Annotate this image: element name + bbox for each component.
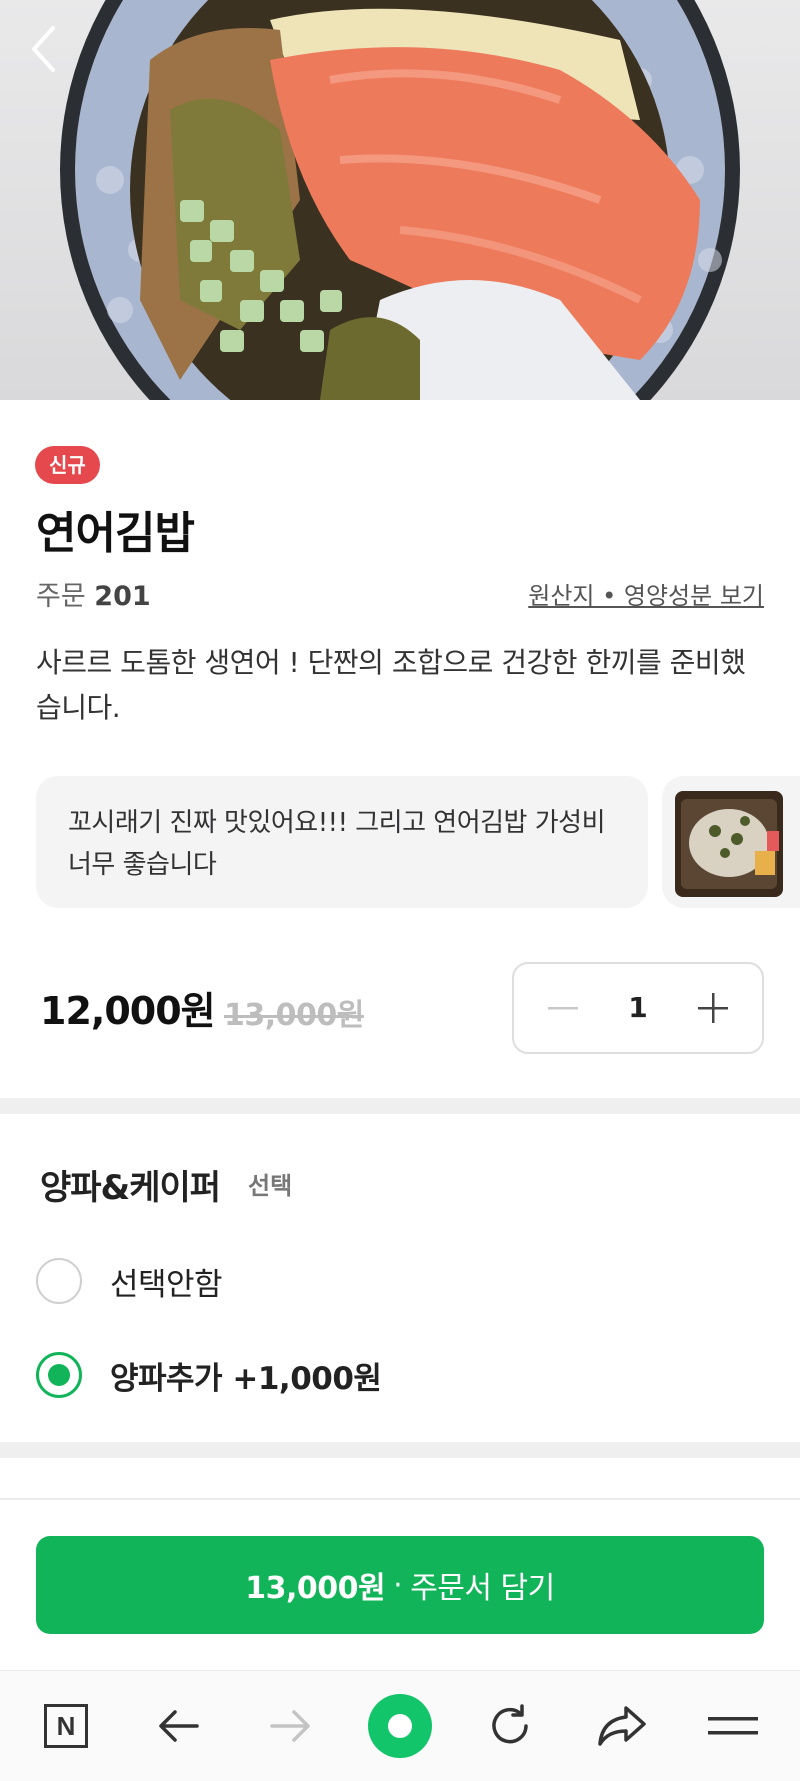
price: 12,000원 xyxy=(40,989,216,1033)
review-photo-card[interactable] xyxy=(662,776,800,908)
option-label: 양파추가 +1,000원 xyxy=(110,1360,382,1397)
green-dot-icon xyxy=(368,1694,432,1758)
option-none[interactable]: 선택안함 xyxy=(36,1256,223,1306)
naver-home-button[interactable]: N xyxy=(21,1671,111,1781)
option-group-tag: 선택 xyxy=(248,1172,293,1200)
browser-toolbar: N xyxy=(0,1670,800,1781)
option-group-title: 양파&케이퍼 xyxy=(40,1168,221,1208)
section-divider xyxy=(0,1442,800,1458)
browser-back-button[interactable] xyxy=(134,1671,224,1781)
option-add-onion[interactable]: 양파추가 +1,000원 xyxy=(36,1350,382,1400)
option-label: 선택안함 xyxy=(110,1266,223,1303)
browser-forward-button[interactable] xyxy=(245,1671,335,1781)
review-photo xyxy=(675,791,783,897)
order-label: 주문 xyxy=(36,581,86,612)
cta-label: 주문서 담기 xyxy=(410,1571,555,1606)
section-divider xyxy=(0,1098,800,1114)
refresh-icon xyxy=(492,1704,528,1744)
quantity-stepper: 1 xyxy=(512,962,764,1054)
naver-home-icon: N xyxy=(44,1704,88,1748)
product-name: 연어김밥 xyxy=(36,508,195,559)
back-button[interactable] xyxy=(28,24,84,88)
cta-separator: · xyxy=(393,1567,403,1603)
increase-quantity-button[interactable] xyxy=(678,964,748,1052)
add-to-order-button[interactable]: 13,000원 · 주문서 담기 xyxy=(36,1536,764,1634)
back-arrow-icon xyxy=(159,1710,199,1742)
plus-icon xyxy=(698,993,728,1023)
forward-arrow-icon xyxy=(270,1710,310,1742)
chevron-left-icon xyxy=(32,26,55,72)
original-price: 13,000원 xyxy=(224,998,364,1033)
bottom-bar-divider xyxy=(0,1498,800,1500)
share-button[interactable] xyxy=(577,1671,667,1781)
radio-button[interactable] xyxy=(36,1258,82,1304)
order-count: 주문 201 xyxy=(36,574,151,613)
origin-nutrition-link[interactable]: 원산지 • 영양성분 보기 xyxy=(528,576,764,611)
cta-amount: 13,000원 xyxy=(245,1571,386,1606)
product-image xyxy=(0,0,800,400)
home-letter: N xyxy=(56,1710,76,1741)
menu-icon xyxy=(708,1717,758,1735)
product-description: 사르르 도톰한 생연어 ! 단짠의 조합으로 건강한 한끼를 준비했습니다. xyxy=(36,646,746,724)
radio-button-checked[interactable] xyxy=(36,1352,82,1398)
refresh-button[interactable] xyxy=(465,1671,555,1781)
new-badge: 신규 xyxy=(35,446,100,484)
kimbap-illustration xyxy=(60,0,740,400)
order-count-value: 201 xyxy=(94,581,151,612)
review-text: 꼬시래기 진짜 맛있어요!!! 그리고 연어김밥 가성비 너무 좋습니다 xyxy=(68,808,606,880)
menu-button[interactable] xyxy=(688,1671,778,1781)
green-dot-button[interactable] xyxy=(355,1671,445,1781)
share-icon xyxy=(598,1706,646,1746)
review-card[interactable]: 꼬시래기 진짜 맛있어요!!! 그리고 연어김밥 가성비 너무 좋습니다 xyxy=(36,776,648,908)
